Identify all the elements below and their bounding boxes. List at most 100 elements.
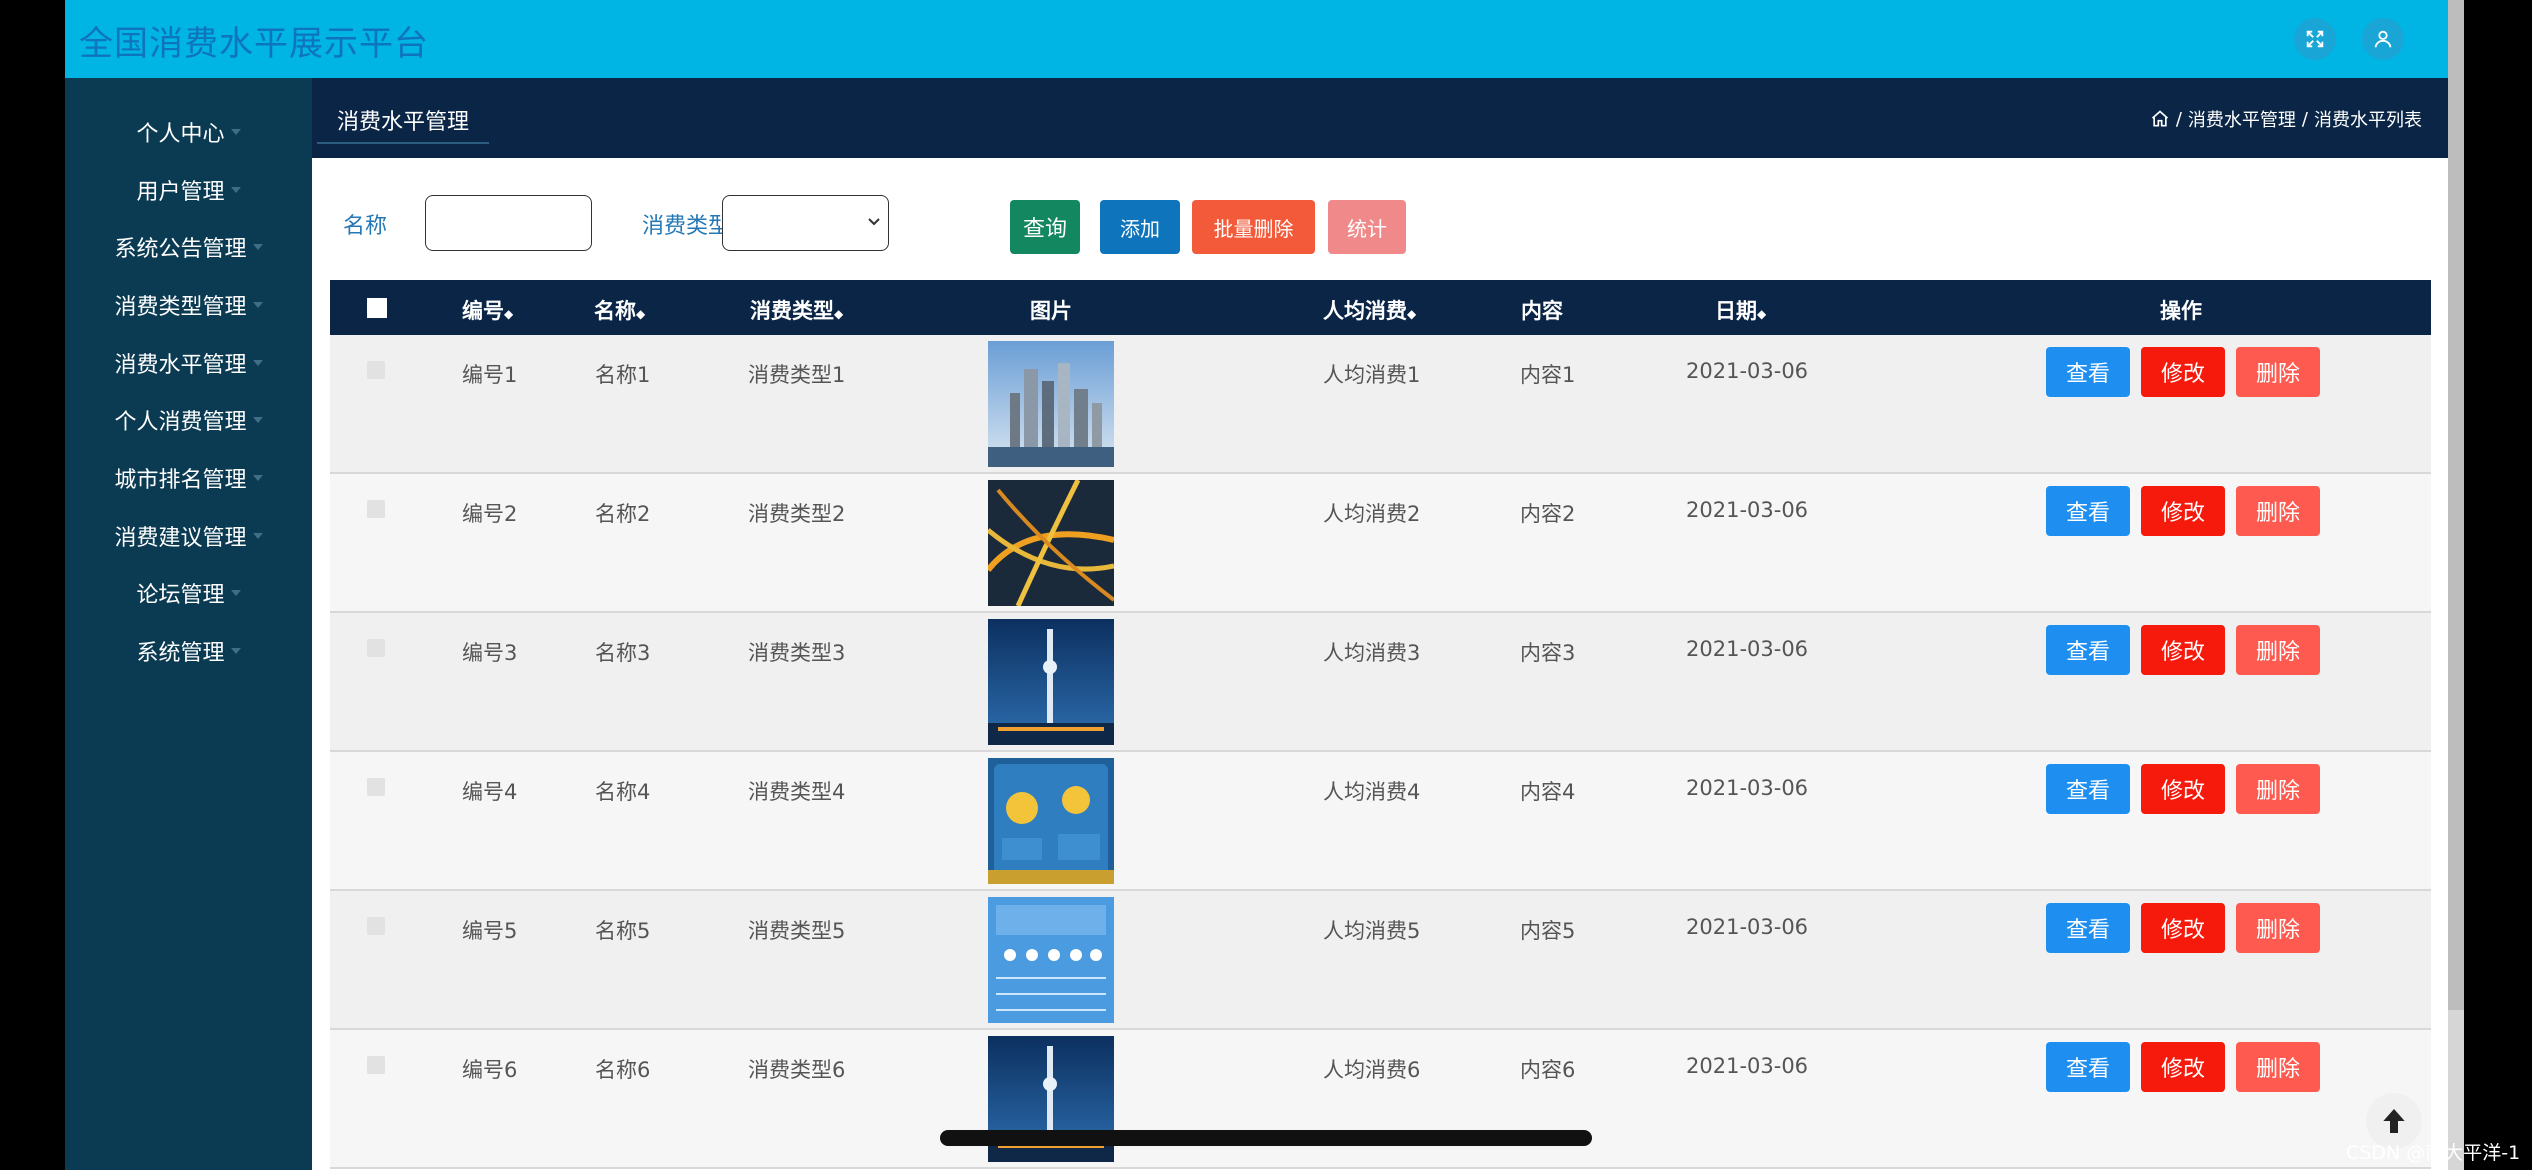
table-row: 编号6 名称6 消费类型6 人均消费6 内容6 2021-03-06 查看 修改… xyxy=(330,1030,2431,1169)
delete-button[interactable]: 删除 xyxy=(2236,625,2320,675)
delete-button[interactable]: 删除 xyxy=(2236,347,2320,397)
table-row: 编号1 名称1 消费类型1 人均消费1 内容1 2021-03-06 查看 修改… xyxy=(330,335,2431,474)
view-button[interactable]: 查看 xyxy=(2046,625,2130,675)
scrollbar-thumb[interactable] xyxy=(2448,0,2464,1010)
view-button[interactable]: 查看 xyxy=(2046,903,2130,953)
cell-avg: 人均消费1 xyxy=(1323,363,1421,387)
arrow-up-icon xyxy=(2383,1109,2405,1133)
cell-avg: 人均消费5 xyxy=(1323,919,1421,943)
row-checkbox[interactable] xyxy=(367,500,385,518)
edit-button[interactable]: 修改 xyxy=(2141,347,2225,397)
sidebar-item-forum[interactable]: 论坛管理 xyxy=(65,568,312,618)
edit-button[interactable]: 修改 xyxy=(2141,764,2225,814)
cell-type: 消费类型5 xyxy=(748,919,846,943)
chevron-down-icon xyxy=(252,360,263,366)
column-header-type[interactable]: 消费类型◆ xyxy=(750,295,843,325)
row-image[interactable] xyxy=(988,341,1114,467)
cell-type: 消费类型3 xyxy=(748,641,846,665)
row-image[interactable] xyxy=(988,619,1114,745)
home-indicator[interactable] xyxy=(940,1130,1592,1146)
column-header-id[interactable]: 编号◆ xyxy=(462,295,513,325)
sidebar-item-consumption-levels[interactable]: 消费水平管理 xyxy=(65,338,312,388)
column-header-avg[interactable]: 人均消费◆ xyxy=(1323,295,1416,325)
type-select[interactable] xyxy=(722,195,889,251)
row-checkbox[interactable] xyxy=(367,917,385,935)
cell-date: 2021-03-06 xyxy=(1686,1054,1809,1078)
name-filter-label: 名称 xyxy=(343,214,388,239)
sidebar-item-city-ranking[interactable]: 城市排名管理 xyxy=(65,453,312,503)
view-button[interactable]: 查看 xyxy=(2046,347,2130,397)
edit-button[interactable]: 修改 xyxy=(2141,625,2225,675)
cell-type: 消费类型4 xyxy=(748,780,846,804)
query-button[interactable]: 查询 xyxy=(1010,200,1080,254)
chevron-down-icon xyxy=(252,302,263,308)
name-search-input[interactable] xyxy=(425,195,592,251)
row-checkbox[interactable] xyxy=(367,361,385,379)
column-header-actions: 操作 xyxy=(2160,299,2202,323)
edit-button[interactable]: 修改 xyxy=(2141,486,2225,536)
chevron-down-icon xyxy=(230,187,241,193)
cell-name: 名称6 xyxy=(595,1058,651,1082)
batch-delete-button[interactable]: 批量删除 xyxy=(1192,200,1315,254)
view-button[interactable]: 查看 xyxy=(2046,1042,2130,1092)
stats-button[interactable]: 统计 xyxy=(1328,200,1406,254)
cell-id: 编号5 xyxy=(462,919,518,943)
sidebar-item-personal-center[interactable]: 个人中心 xyxy=(65,107,312,157)
cell-name: 名称3 xyxy=(595,641,651,665)
sidebar-item-consumption-types[interactable]: 消费类型管理 xyxy=(65,280,312,330)
sidebar-item-suggestions[interactable]: 消费建议管理 xyxy=(65,511,312,561)
cell-id: 编号1 xyxy=(462,363,518,387)
cell-avg: 人均消费6 xyxy=(1323,1058,1421,1082)
cell-name: 名称1 xyxy=(595,363,651,387)
row-checkbox[interactable] xyxy=(367,778,385,796)
edit-button[interactable]: 修改 xyxy=(2141,903,2225,953)
chevron-down-icon xyxy=(252,244,263,250)
sidebar-item-user-management[interactable]: 用户管理 xyxy=(65,165,312,215)
delete-button[interactable]: 删除 xyxy=(2236,1042,2320,1092)
chevron-down-icon xyxy=(252,533,263,539)
breadcrumb-link[interactable]: 消费水平管理 xyxy=(2188,106,2296,132)
cell-name: 名称2 xyxy=(595,502,651,526)
cell-type: 消费类型1 xyxy=(748,363,846,387)
delete-button[interactable]: 删除 xyxy=(2236,903,2320,953)
add-button[interactable]: 添加 xyxy=(1100,200,1180,254)
section-header: 消费水平管理 / 消费水平管理 / 消费水平列表 xyxy=(312,78,2448,158)
cell-name: 名称4 xyxy=(595,780,651,804)
view-button[interactable]: 查看 xyxy=(2046,486,2130,536)
home-icon[interactable] xyxy=(2150,109,2170,129)
cell-avg: 人均消费2 xyxy=(1323,502,1421,526)
select-all-checkbox[interactable] xyxy=(367,298,387,318)
sidebar-item-personal-consumption[interactable]: 个人消费管理 xyxy=(65,395,312,445)
sidebar-item-system[interactable]: 系统管理 xyxy=(65,626,312,676)
row-checkbox[interactable] xyxy=(367,1056,385,1074)
watermark: CSDN @南大平洋-1 xyxy=(2346,1142,2521,1164)
cell-type: 消费类型6 xyxy=(748,1058,846,1082)
edit-button[interactable]: 修改 xyxy=(2141,1042,2225,1092)
row-image[interactable] xyxy=(988,480,1114,606)
cell-id: 编号6 xyxy=(462,1058,518,1082)
user-icon[interactable] xyxy=(2362,18,2404,60)
delete-button[interactable]: 删除 xyxy=(2236,764,2320,814)
column-header-date[interactable]: 日期◆ xyxy=(1715,295,1766,325)
table-header: 编号◆ 名称◆ 消费类型◆ 图片 人均消费◆ 内容 日期◆ 操作 xyxy=(330,280,2431,335)
cell-id: 编号4 xyxy=(462,780,518,804)
cell-content: 内容4 xyxy=(1520,780,1576,804)
sidebar-item-announcements[interactable]: 系统公告管理 xyxy=(65,222,312,272)
delete-button[interactable]: 删除 xyxy=(2236,486,2320,536)
chevron-down-icon xyxy=(252,475,263,481)
chevron-down-icon xyxy=(252,417,263,423)
table-row: 编号2 名称2 消费类型2 人均消费2 内容2 2021-03-06 查看 修改… xyxy=(330,474,2431,613)
cell-content: 内容2 xyxy=(1520,502,1576,526)
row-image[interactable] xyxy=(988,897,1114,1023)
cell-date: 2021-03-06 xyxy=(1686,498,1809,522)
row-checkbox[interactable] xyxy=(367,639,385,657)
data-table: 编号◆ 名称◆ 消费类型◆ 图片 人均消费◆ 内容 日期◆ 操作 编号1 名称1… xyxy=(330,280,2431,1170)
row-image[interactable] xyxy=(988,758,1114,884)
view-button[interactable]: 查看 xyxy=(2046,764,2130,814)
column-header-name[interactable]: 名称◆ xyxy=(594,295,645,325)
top-bar: 全国消费水平展示平台 xyxy=(65,0,2448,78)
fullscreen-icon[interactable] xyxy=(2294,18,2336,60)
chevron-down-icon xyxy=(230,129,241,135)
cell-avg: 人均消费3 xyxy=(1323,641,1421,665)
cell-date: 2021-03-06 xyxy=(1686,776,1809,800)
